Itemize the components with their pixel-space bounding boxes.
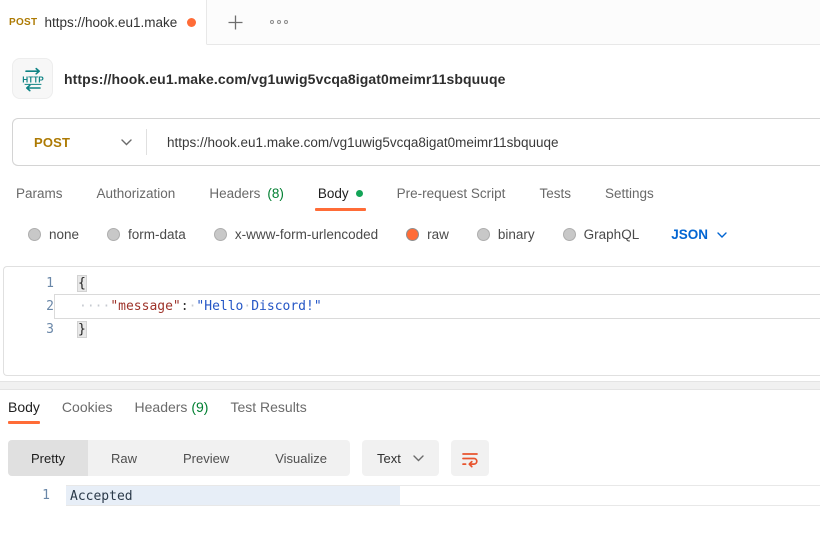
response-text: Accepted (66, 489, 133, 504)
view-mode-pretty[interactable]: Pretty (8, 440, 88, 476)
code-content: ····"message":·"Hello·Discord!" (54, 294, 820, 319)
svg-text:HTTP: HTTP (22, 75, 44, 84)
view-mode-raw[interactable]: Raw (88, 440, 160, 476)
request-editor-lines: 1{2····"message":·"Hello·Discord!"3} (4, 272, 820, 341)
tab-authorization[interactable]: Authorization (97, 186, 176, 211)
body-type-x-www-form-urlencoded[interactable]: x-www-form-urlencoded (214, 227, 378, 242)
response-tab-body[interactable]: Body (8, 399, 40, 424)
body-modified-dot-icon (356, 190, 363, 197)
view-mode-segmented-control: Pretty Raw Preview Visualize (8, 440, 350, 476)
response-headers-count: (9) (191, 399, 208, 415)
radio-icon (563, 228, 576, 241)
body-type-form-data[interactable]: form-data (107, 227, 186, 242)
unsaved-changes-dot-icon (187, 18, 196, 27)
chevron-down-icon (121, 139, 132, 146)
word-wrap-icon (460, 448, 480, 468)
code-line[interactable]: 2····"message":·"Hello·Discord!" (4, 295, 820, 318)
response-tabs: Body Cookies Headers (9) Test Results (8, 399, 820, 424)
body-type-row: none form-data x-www-form-urlencoded raw… (28, 227, 820, 242)
headers-count: (8) (267, 186, 284, 201)
request-tabs: Params Authorization Headers (8) Body Pr… (16, 186, 820, 211)
url-input[interactable] (147, 135, 820, 150)
response-format-selector[interactable]: Text (362, 440, 439, 476)
line-number: 2 (4, 295, 54, 318)
request-tab[interactable]: POST https://hook.eu1.make (0, 0, 207, 45)
view-mode-preview[interactable]: Preview (160, 440, 252, 476)
chevron-down-icon (413, 455, 424, 462)
tab-settings[interactable]: Settings (605, 186, 654, 211)
new-tab-button[interactable] (214, 0, 256, 44)
method-selector[interactable]: POST (13, 135, 146, 150)
response-line-content: Accepted (66, 485, 820, 506)
body-type-none[interactable]: none (28, 227, 79, 242)
body-type-raw[interactable]: raw (406, 227, 449, 242)
code-line[interactable]: 3} (4, 318, 820, 341)
response-tab-cookies[interactable]: Cookies (62, 399, 113, 424)
tab-headers[interactable]: Headers (8) (209, 186, 284, 211)
radio-icon (477, 228, 490, 241)
view-mode-visualize[interactable]: Visualize (252, 440, 350, 476)
body-type-binary[interactable]: binary (477, 227, 535, 242)
radio-icon (28, 228, 41, 241)
response-body-viewer[interactable]: 1 Accepted (0, 485, 820, 506)
radio-icon (214, 228, 227, 241)
method-label: POST (34, 135, 70, 150)
line-number: 1 (0, 485, 50, 506)
chevron-down-icon (717, 232, 727, 238)
code-content: } (54, 318, 820, 341)
response-toolbar: Pretty Raw Preview Visualize Text (8, 440, 820, 476)
wrap-text-button[interactable] (451, 440, 489, 476)
http-request-icon: HTTP (12, 58, 53, 99)
code-content: { (54, 272, 820, 295)
request-heading: HTTP https://hook.eu1.make.com/vg1uwig5v… (12, 58, 820, 99)
raw-language-selector[interactable]: JSON (671, 227, 727, 242)
response-tab-test-results[interactable]: Test Results (230, 399, 306, 424)
tab-method-badge: POST (9, 17, 37, 28)
request-url-heading: https://hook.eu1.make.com/vg1uwig5vcqa8i… (64, 71, 506, 87)
tab-body[interactable]: Body (318, 186, 363, 211)
tab-tests[interactable]: Tests (539, 186, 571, 211)
tab-bar: POST https://hook.eu1.make (0, 0, 820, 45)
radio-icon (107, 228, 120, 241)
body-type-graphql[interactable]: GraphQL (563, 227, 640, 242)
request-body-editor[interactable]: 1{2····"message":·"Hello·Discord!"3} (3, 266, 820, 376)
ellipsis-icon (270, 20, 288, 24)
response-line: 1 Accepted (0, 485, 820, 506)
tab-options-button[interactable] (256, 0, 302, 44)
radio-selected-icon (406, 228, 419, 241)
tab-title: https://hook.eu1.make (44, 15, 180, 30)
tab-params[interactable]: Params (16, 186, 63, 211)
request-bar: POST (12, 118, 820, 166)
response-tab-headers[interactable]: Headers (9) (135, 399, 209, 424)
code-line[interactable]: 1{ (4, 272, 820, 295)
plus-icon (227, 14, 244, 31)
tab-pre-request-script[interactable]: Pre-request Script (397, 186, 506, 211)
line-number: 3 (4, 318, 54, 341)
pane-resizer[interactable] (0, 381, 820, 390)
line-number: 1 (4, 272, 54, 295)
